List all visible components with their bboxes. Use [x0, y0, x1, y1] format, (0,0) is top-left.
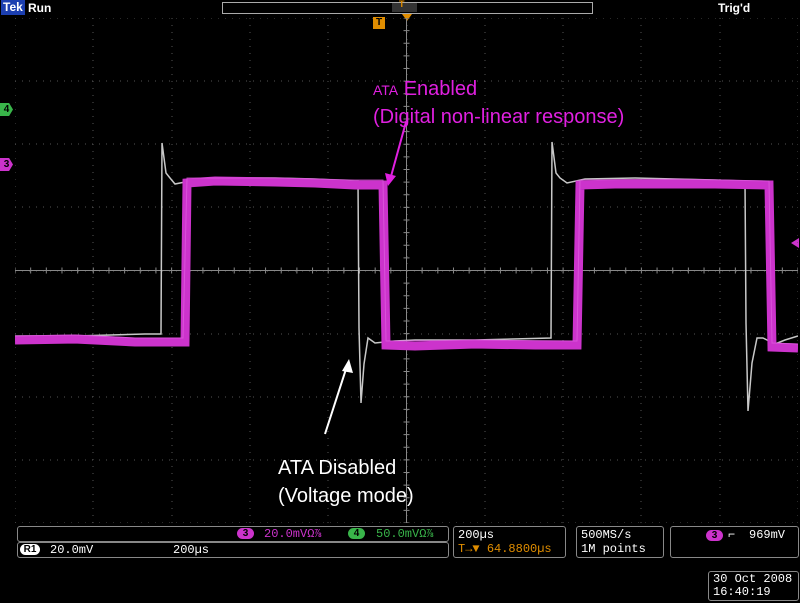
- sample-rate: 500MS/s: [581, 528, 632, 542]
- annotation-enabled-subtitle: (Digital non-linear response): [373, 106, 625, 128]
- delay-icon: T→▼: [458, 542, 480, 556]
- ch3-scale[interactable]: 20.0mVΩ⅞: [264, 527, 322, 541]
- tek-logo: Tek: [1, 0, 25, 15]
- trigger-status: Trig'd: [718, 1, 751, 15]
- annotation-ata-enabled: ATA Enabled (Digital non-linear response…: [373, 76, 624, 131]
- status-bar: Tek Run T Trig'd: [0, 0, 800, 16]
- time: 16:40:19: [713, 585, 771, 599]
- acquisition-state[interactable]: Run: [28, 1, 51, 15]
- annotation-disabled-subtitle: (Voltage mode): [278, 485, 414, 507]
- trigger-readout[interactable]: 3 ⌐ 969mV: [670, 526, 799, 558]
- trigger-level[interactable]: 969mV: [749, 528, 785, 542]
- channel-readout[interactable]: 3 20.0mVΩ⅞ 4 50.0mVΩ⅞: [17, 526, 449, 542]
- trigger-source-badge: 3: [706, 530, 723, 541]
- ref-scale[interactable]: 20.0mV: [50, 543, 93, 557]
- trigger-slope-icon: ⌐: [728, 528, 736, 542]
- timebase[interactable]: 200µs: [458, 528, 494, 542]
- disabled-arrow: [324, 365, 348, 435]
- annotation-ata-disabled: ATA Disabled (Voltage mode): [278, 454, 414, 510]
- reference-readout[interactable]: R1 20.0mV 200µs: [17, 542, 449, 558]
- annotation-disabled-text: ATA Disabled: [278, 457, 397, 479]
- annotation-ata-prefix: ATA: [373, 82, 399, 98]
- annotation-enabled-text: Enabled: [398, 78, 478, 100]
- acquisition-readout[interactable]: 500MS/s 1M points: [576, 526, 664, 558]
- channel-3-ground-marker[interactable]: 3: [0, 158, 13, 171]
- horizontal-readout[interactable]: 200µs T→▼ 64.8800µs: [453, 526, 566, 558]
- ref-badge: R1: [20, 544, 40, 555]
- date-time-readout: 30 Oct 2008 16:40:19: [708, 571, 799, 601]
- record-length: 1M points: [581, 542, 646, 556]
- ch4-scale[interactable]: 50.0mVΩ⅞: [376, 527, 434, 541]
- channel-4-ground-marker[interactable]: 4: [0, 103, 13, 116]
- ref-timebase[interactable]: 200µs: [173, 543, 209, 557]
- delay-value[interactable]: 64.8800µs: [487, 542, 552, 556]
- date: 30 Oct 2008: [713, 572, 793, 586]
- record-trigger-marker: T: [399, 0, 405, 9]
- ch4-badge: 4: [348, 528, 365, 539]
- disabled-arrow-head-icon: [342, 359, 353, 373]
- ch3-badge: 3: [237, 528, 254, 539]
- delay-readout: T→▼ 64.8800µs: [458, 542, 552, 556]
